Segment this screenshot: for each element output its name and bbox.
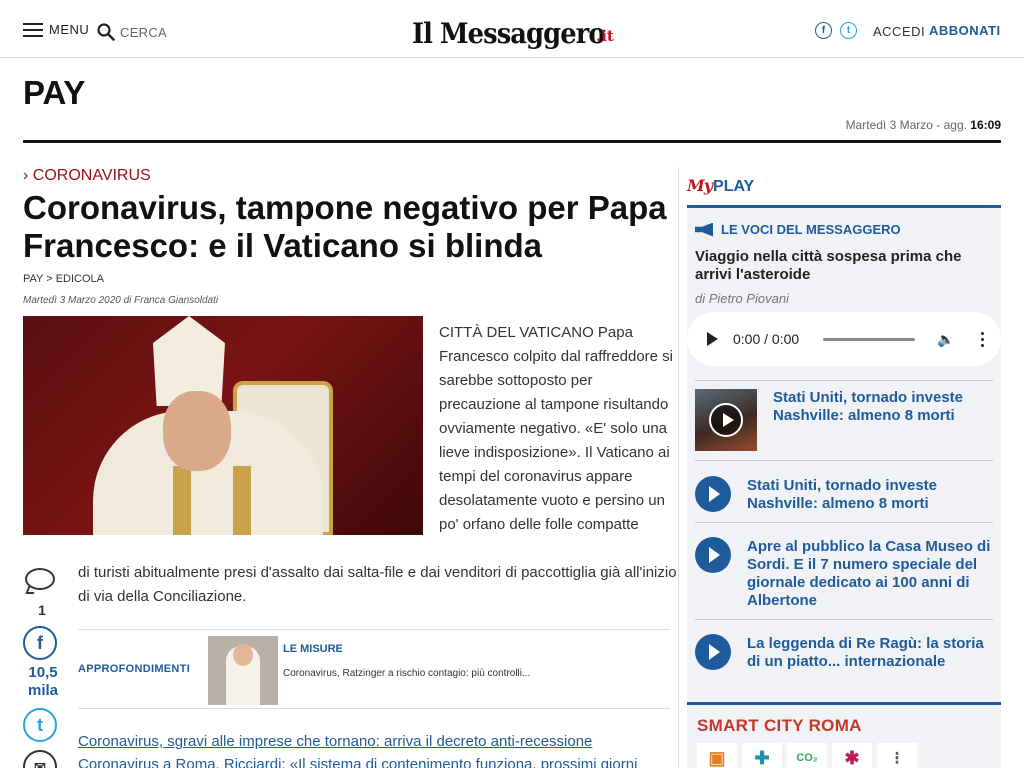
video-title[interactable]: Apre al pubblico la Casa Museo di Sordi.… <box>747 538 993 610</box>
play-circle-icon[interactable] <box>695 537 731 573</box>
article-body-part2: di turisti abitualmente presi d'assalto … <box>78 564 677 605</box>
voci-label[interactable]: LE VOCI DEL MESSAGGERO <box>721 222 901 237</box>
voci-author: di Pietro Piovani <box>695 291 789 306</box>
article-kicker[interactable]: › CORONAVIRUS <box>23 167 151 185</box>
video-title[interactable]: La leggenda di Re Ragù: la storia di un … <box>747 635 993 671</box>
volume-icon[interactable]: 🔈 <box>937 331 954 348</box>
related-link-2[interactable]: Coronavirus a Roma, Ricciardi: «Il siste… <box>78 756 668 768</box>
smart-city-box: SMART CITY ROMA ▣ ✚ CO₂ ✱ ⁝ <box>687 702 1001 768</box>
menu-label: MENU <box>49 22 90 37</box>
audio-player: 0:00 / 0:00 🔈 <box>687 312 1001 366</box>
article-photo <box>23 316 423 535</box>
traffic-light-icon[interactable]: ⁝ <box>877 743 917 768</box>
menu-button[interactable]: MENU <box>23 22 89 37</box>
logo-suffix: .it <box>596 27 614 45</box>
sidebar-divider <box>678 167 679 768</box>
article-byline: Martedì 3 Marzo 2020 di Franca Giansolda… <box>23 295 219 306</box>
search-button[interactable]: CERCA <box>97 23 167 41</box>
article-body-part1: CITTÀ DEL VATICANO Papa Francesco colpit… <box>439 324 674 533</box>
facebook-share-icon[interactable]: f <box>23 626 57 660</box>
co2-icon[interactable]: CO₂ <box>787 743 827 768</box>
related-box: APPROFONDIMENTI LE MISURE Coronavirus, R… <box>78 629 670 709</box>
subscribe-link[interactable]: ABBONATI <box>929 23 1001 38</box>
separator <box>695 522 993 523</box>
audio-progress-bar[interactable] <box>823 337 916 341</box>
video-title[interactable]: Stati Uniti, tornado investe Nashville: … <box>773 389 993 425</box>
myplay-label: PLAY <box>713 178 755 195</box>
update-time: 16:09 <box>970 118 1001 132</box>
search-icon <box>97 23 115 41</box>
approfondimenti-label: APPROFONDIMENTI <box>78 663 191 675</box>
logo-text: Il Messaggero <box>412 17 606 50</box>
comment-count: 1 <box>38 602 46 618</box>
related-link-1[interactable]: Coronavirus, sgravi alle imprese che tor… <box>78 733 592 750</box>
hamburger-icon <box>23 22 43 37</box>
comment-icon[interactable] <box>23 566 59 598</box>
facebook-icon[interactable]: f <box>815 22 832 39</box>
asterisk-icon[interactable]: ✱ <box>832 743 872 768</box>
related-kicker[interactable]: LE MISURE <box>283 643 343 655</box>
video-thumbnail[interactable] <box>695 389 757 451</box>
voci-header: LE VOCI DEL MESSAGGERO <box>695 222 901 237</box>
separator <box>695 460 993 461</box>
section-divider <box>23 140 1001 143</box>
bus-icon[interactable]: ▣ <box>697 743 737 768</box>
share-column: 1 f 10,5 mila t ✉ <box>23 566 63 768</box>
health-icon[interactable]: ✚ <box>742 743 782 768</box>
play-circle-icon[interactable] <box>695 476 731 512</box>
twitter-share-icon[interactable]: t <box>23 708 57 742</box>
video-title[interactable]: Stati Uniti, tornado investe Nashville: … <box>747 477 993 513</box>
mail-share-icon[interactable]: ✉ <box>23 750 57 768</box>
share-count: 10,5 mila <box>27 664 58 699</box>
site-logo[interactable]: Il Messaggero .it <box>412 10 614 50</box>
audio-time: 0:00 / 0:00 <box>733 331 800 347</box>
smart-city-icons: ▣ ✚ CO₂ ✱ ⁝ <box>697 743 917 768</box>
separator <box>695 619 993 620</box>
play-icon[interactable] <box>707 332 718 346</box>
login-link[interactable]: ACCEDI <box>873 24 925 39</box>
twitter-icon[interactable]: t <box>840 22 857 39</box>
section-title: PAY <box>23 74 86 111</box>
play-circle-icon[interactable] <box>695 634 731 670</box>
search-label: CERCA <box>120 24 168 40</box>
smart-city-title[interactable]: SMART CITY ROMA <box>697 716 862 736</box>
article-headline: Coronavirus, tampone negativo per Papa F… <box>23 189 667 264</box>
myplay-logo: My <box>687 176 713 195</box>
date-text: Martedì 3 Marzo - agg. <box>845 118 967 132</box>
related-thumbnail[interactable] <box>208 636 278 705</box>
more-options-icon[interactable] <box>980 331 984 347</box>
date-line: Martedì 3 Marzo - agg. 16:09 <box>846 118 1001 132</box>
myplay-header[interactable]: My PLAY <box>687 176 754 196</box>
related-title[interactable]: Coronavirus, Ratzinger a rischio contagi… <box>283 668 530 679</box>
top-bar: MENU CERCA Il Messaggero .it f t ACCEDI … <box>0 0 1024 58</box>
voci-title[interactable]: Viaggio nella città sospesa prima che ar… <box>695 248 985 284</box>
breadcrumb[interactable]: PAY > EDICOLA <box>23 273 104 285</box>
megaphone-icon <box>695 222 713 237</box>
myplay-box: LE VOCI DEL MESSAGGERO Viaggio nella cit… <box>687 205 1001 768</box>
separator <box>695 380 993 381</box>
